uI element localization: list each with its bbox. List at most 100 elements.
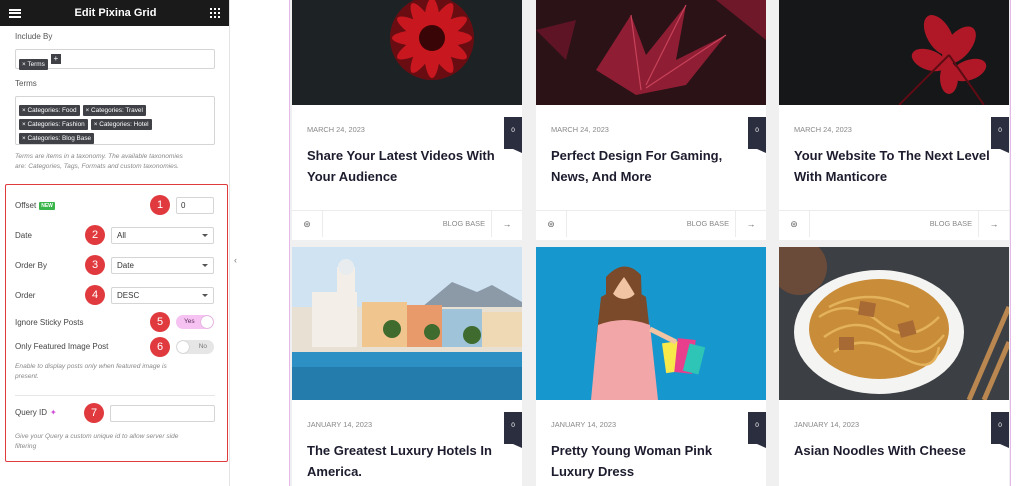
post-image[interactable] bbox=[536, 247, 766, 400]
featured-help-line: Enable to display posts only when featur… bbox=[15, 363, 167, 370]
offset-label-text: Offset bbox=[15, 201, 37, 210]
post-title[interactable]: Share Your Latest Videos With Your Audie… bbox=[307, 145, 512, 187]
post-category[interactable]: BLOG BASE bbox=[443, 211, 485, 237]
order-select[interactable]: DESC bbox=[111, 287, 214, 304]
post-card[interactable]: MARCH 24, 2023 Perfect Design For Gaming… bbox=[536, 0, 766, 240]
terms-help-line: are: Categories, Tags, Formats and custo… bbox=[15, 163, 179, 170]
post-title[interactable]: The Greatest Luxury Hotels In America. bbox=[307, 440, 512, 482]
arrow-right-icon[interactable]: → bbox=[978, 211, 1009, 237]
sticky-toggle-text: Yes bbox=[184, 318, 195, 325]
order-by-select-value: Date bbox=[117, 261, 134, 270]
featured-toggle[interactable]: No bbox=[176, 340, 214, 354]
post-date: MARCH 24, 2023 bbox=[307, 125, 365, 134]
author-icon[interactable]: ⊛ bbox=[292, 211, 323, 237]
include-by-field[interactable]: × Terms+ bbox=[15, 49, 215, 70]
post-date: MARCH 24, 2023 bbox=[794, 125, 852, 134]
offset-label: Offset NEW bbox=[15, 201, 55, 210]
post-image[interactable] bbox=[779, 0, 1009, 105]
post-date: MARCH 24, 2023 bbox=[551, 125, 609, 134]
editor-panel: Edit Pixina Grid Include By × Terms+ Ter… bbox=[0, 0, 230, 486]
post-category[interactable]: BLOG BASE bbox=[930, 211, 972, 237]
post-footer: ⊛ BLOG BASE → bbox=[292, 210, 522, 237]
comment-count: 0 bbox=[748, 412, 766, 448]
post-title[interactable]: Your Website To The Next Level With Mant… bbox=[794, 145, 999, 187]
post-image[interactable] bbox=[292, 247, 522, 400]
featured-help-line: present. bbox=[15, 373, 39, 380]
order-by-label: Order By bbox=[15, 261, 48, 270]
featured-toggle-text: No bbox=[198, 343, 207, 350]
post-title[interactable]: Perfect Design For Gaming, News, And Mor… bbox=[551, 145, 756, 187]
step-marker-6: 6 bbox=[150, 337, 170, 357]
chevron-down-icon bbox=[202, 234, 208, 237]
query-id-help-line: Give your Query a custom unique id to al… bbox=[15, 433, 179, 440]
chevron-down-icon bbox=[202, 294, 208, 297]
post-date: JANUARY 14, 2023 bbox=[307, 420, 373, 429]
step-marker-1: 1 bbox=[150, 195, 170, 215]
offset-input[interactable]: 0 bbox=[176, 197, 214, 214]
post-title[interactable]: Pretty Young Woman Pink Luxury Dress bbox=[551, 440, 756, 482]
query-id-label-text: Query ID bbox=[15, 408, 48, 417]
query-id-help-line: filtering bbox=[15, 443, 37, 450]
step-marker-2: 2 bbox=[85, 225, 105, 245]
order-by-select[interactable]: Date bbox=[111, 257, 214, 274]
comment-count: 0 bbox=[991, 412, 1009, 448]
featured-label: Only Featured Image Post bbox=[15, 342, 109, 351]
sparkle-icon[interactable]: ✦ bbox=[50, 408, 57, 417]
include-by-chip[interactable]: × Terms bbox=[19, 59, 48, 70]
post-footer: ⊛ BLOG BASE → bbox=[779, 210, 1009, 237]
post-title[interactable]: Asian Noodles With Cheese bbox=[794, 440, 999, 461]
section-divider bbox=[15, 395, 215, 396]
query-id-label: Query ID ✦ bbox=[15, 408, 57, 417]
post-card[interactable]: JANUARY 14, 2023 Pretty Young Woman Pink… bbox=[536, 247, 766, 486]
author-icon[interactable]: ⊛ bbox=[536, 211, 567, 237]
panel-header: Edit Pixina Grid bbox=[0, 0, 229, 26]
post-card[interactable]: JANUARY 14, 2023 The Greatest Luxury Hot… bbox=[292, 247, 522, 486]
step-marker-3: 3 bbox=[85, 255, 105, 275]
sticky-toggle[interactable]: Yes bbox=[176, 315, 214, 329]
terms-label: Terms bbox=[15, 79, 37, 88]
comment-count: 0 bbox=[504, 412, 522, 448]
featured-help: Enable to display posts only when featur… bbox=[15, 362, 215, 382]
post-grid: MARCH 24, 2023 Share Your Latest Videos … bbox=[289, 0, 1011, 486]
post-footer: ⊛ BLOG BASE → bbox=[536, 210, 766, 237]
arrow-right-icon[interactable]: → bbox=[491, 211, 522, 237]
post-image[interactable] bbox=[292, 0, 522, 105]
term-chip[interactable]: × Categories: Blog Base bbox=[19, 133, 95, 144]
post-image[interactable] bbox=[779, 247, 1009, 400]
toggle-knob bbox=[177, 341, 189, 353]
date-select[interactable]: All bbox=[111, 227, 214, 244]
toggle-knob bbox=[201, 316, 213, 328]
include-by-label: Include By bbox=[15, 32, 53, 41]
terms-help: Terms are items in a taxonomy. The avail… bbox=[15, 152, 215, 172]
date-select-value: All bbox=[117, 231, 126, 240]
collapse-panel-icon[interactable]: ‹ bbox=[231, 253, 240, 267]
sticky-label: Ignore Sticky Posts bbox=[15, 318, 84, 327]
step-marker-4: 4 bbox=[85, 285, 105, 305]
comment-count: 0 bbox=[991, 117, 1009, 153]
post-card[interactable]: MARCH 24, 2023 Your Website To The Next … bbox=[779, 0, 1009, 240]
terms-field[interactable]: × Categories: Food × Categories: Travel ×… bbox=[15, 96, 215, 145]
comment-count: 0 bbox=[504, 117, 522, 153]
terms-help-line: Terms are items in a taxonomy. The avail… bbox=[15, 153, 183, 160]
post-image[interactable] bbox=[536, 0, 766, 105]
order-label: Order bbox=[15, 291, 36, 300]
date-label: Date bbox=[15, 231, 32, 240]
comment-count: 0 bbox=[748, 117, 766, 153]
term-chip[interactable]: × Categories: Hotel bbox=[90, 119, 152, 130]
order-select-value: DESC bbox=[117, 291, 140, 300]
step-marker-5: 5 bbox=[150, 312, 170, 332]
add-include-button[interactable]: + bbox=[50, 54, 61, 64]
author-icon[interactable]: ⊛ bbox=[779, 211, 810, 237]
hamburger-menu-icon[interactable] bbox=[9, 8, 21, 18]
post-category[interactable]: BLOG BASE bbox=[687, 211, 729, 237]
step-marker-7: 7 bbox=[84, 403, 104, 423]
query-id-input[interactable] bbox=[110, 405, 215, 422]
post-card[interactable]: MARCH 24, 2023 Share Your Latest Videos … bbox=[292, 0, 522, 240]
post-date: JANUARY 14, 2023 bbox=[551, 420, 617, 429]
post-card[interactable]: JANUARY 14, 2023 Asian Noodles With Chee… bbox=[779, 247, 1009, 486]
new-badge: NEW bbox=[39, 201, 55, 210]
widgets-grid-icon[interactable] bbox=[210, 8, 220, 18]
arrow-right-icon[interactable]: → bbox=[735, 211, 766, 237]
query-id-help: Give your Query a custom unique id to al… bbox=[15, 432, 215, 452]
post-date: JANUARY 14, 2023 bbox=[794, 420, 860, 429]
